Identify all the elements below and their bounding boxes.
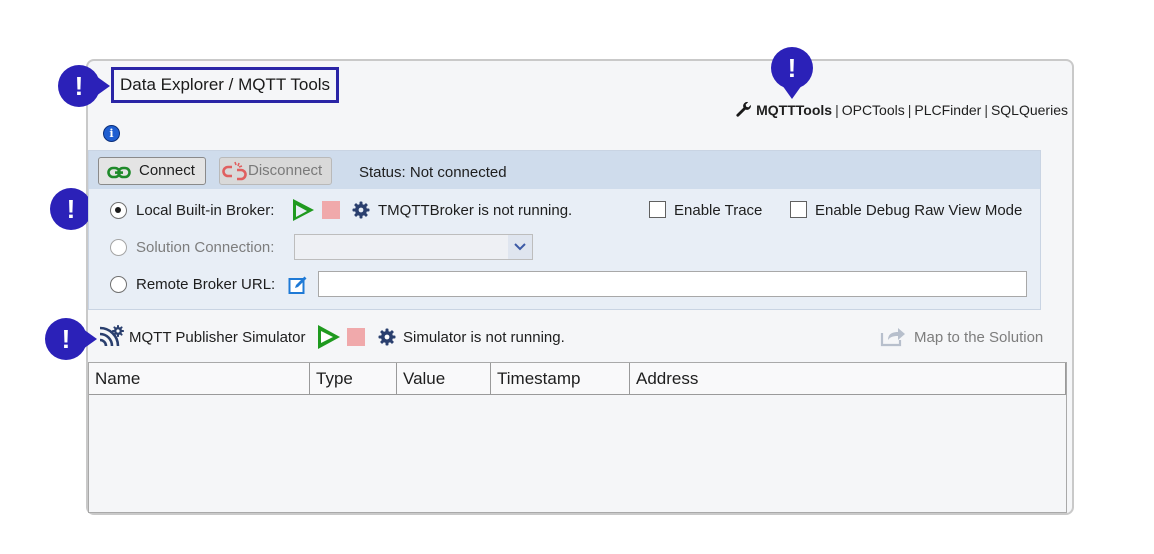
remote-broker-label: Remote Broker URL: — [136, 276, 276, 293]
callout-marker-tools: ! — [771, 47, 813, 99]
broken-link-icon — [222, 159, 250, 192]
disconnect-label: Disconnect — [248, 162, 323, 179]
column-header-address[interactable]: Address — [630, 363, 1066, 394]
gear-icon — [378, 328, 396, 351]
enable-debug-raw-view-checkbox[interactable] — [790, 201, 807, 218]
solution-connection-select[interactable] — [294, 234, 533, 260]
connect-label: Connect — [139, 162, 195, 179]
info-icon[interactable]: i — [103, 125, 120, 142]
play-icon-inner — [321, 331, 333, 343]
enable-debug-raw-view-label: Enable Debug Raw View Mode — [815, 202, 1023, 219]
broker-status: TMQTTBroker is not running. — [378, 202, 573, 219]
column-header-timestamp[interactable]: Timestamp — [491, 363, 630, 394]
simulator-label: MQTT Publisher Simulator — [129, 329, 306, 346]
connect-button[interactable]: Connect — [98, 157, 206, 185]
remote-broker-radio[interactable] — [110, 276, 127, 293]
chevron-down-icon[interactable] — [508, 235, 532, 259]
play-icon-inner — [296, 205, 307, 217]
enable-trace-checkbox[interactable] — [649, 201, 666, 218]
connection-status: Status: Not connected — [359, 164, 507, 181]
remote-broker-url-input[interactable] — [318, 271, 1027, 297]
column-header-value[interactable]: Value — [397, 363, 491, 394]
tab-plcfinder[interactable]: PLCFinder — [914, 102, 981, 118]
map-to-solution-label: Map to the Solution — [914, 329, 1044, 346]
gear-icon — [352, 201, 370, 224]
solution-connection-label: Solution Connection: — [136, 239, 275, 256]
enable-trace-label: Enable Trace — [674, 202, 763, 219]
callout-marker-simulator: ! — [45, 318, 97, 360]
disconnect-button[interactable]: Disconnect — [219, 157, 332, 185]
callout-marker-title: ! — [58, 65, 110, 107]
solution-connection-radio[interactable] — [110, 239, 127, 256]
data-grid[interactable]: Name Type Value Timestamp Address — [88, 362, 1067, 513]
column-header-type[interactable]: Type — [310, 363, 397, 394]
grid-header: Name Type Value Timestamp Address — [89, 363, 1066, 395]
stop-simulator-button[interactable] — [347, 328, 365, 346]
stop-broker-button[interactable] — [322, 201, 340, 219]
edit-icon[interactable] — [288, 275, 308, 300]
tools-nav: MQTTTools | OPCTools | PLCFinder | SQLQueries — [735, 101, 1068, 121]
wrench-icon — [735, 101, 752, 121]
publisher-simulator-icon — [99, 324, 125, 353]
tab-opctools[interactable]: OPCTools — [842, 102, 905, 118]
link-icon — [107, 163, 131, 189]
callout-marker-broker: ! — [50, 188, 102, 230]
local-broker-radio[interactable] — [110, 202, 127, 219]
share-icon — [880, 325, 907, 352]
tab-sqlqueries[interactable]: SQLQueries — [991, 102, 1068, 118]
column-header-name[interactable]: Name — [89, 363, 310, 394]
local-broker-label: Local Built-in Broker: — [136, 202, 275, 219]
simulator-status: Simulator is not running. — [403, 329, 565, 346]
tab-mqtttools[interactable]: MQTTTools — [756, 102, 832, 118]
page-title: Data Explorer / MQTT Tools — [111, 67, 340, 103]
